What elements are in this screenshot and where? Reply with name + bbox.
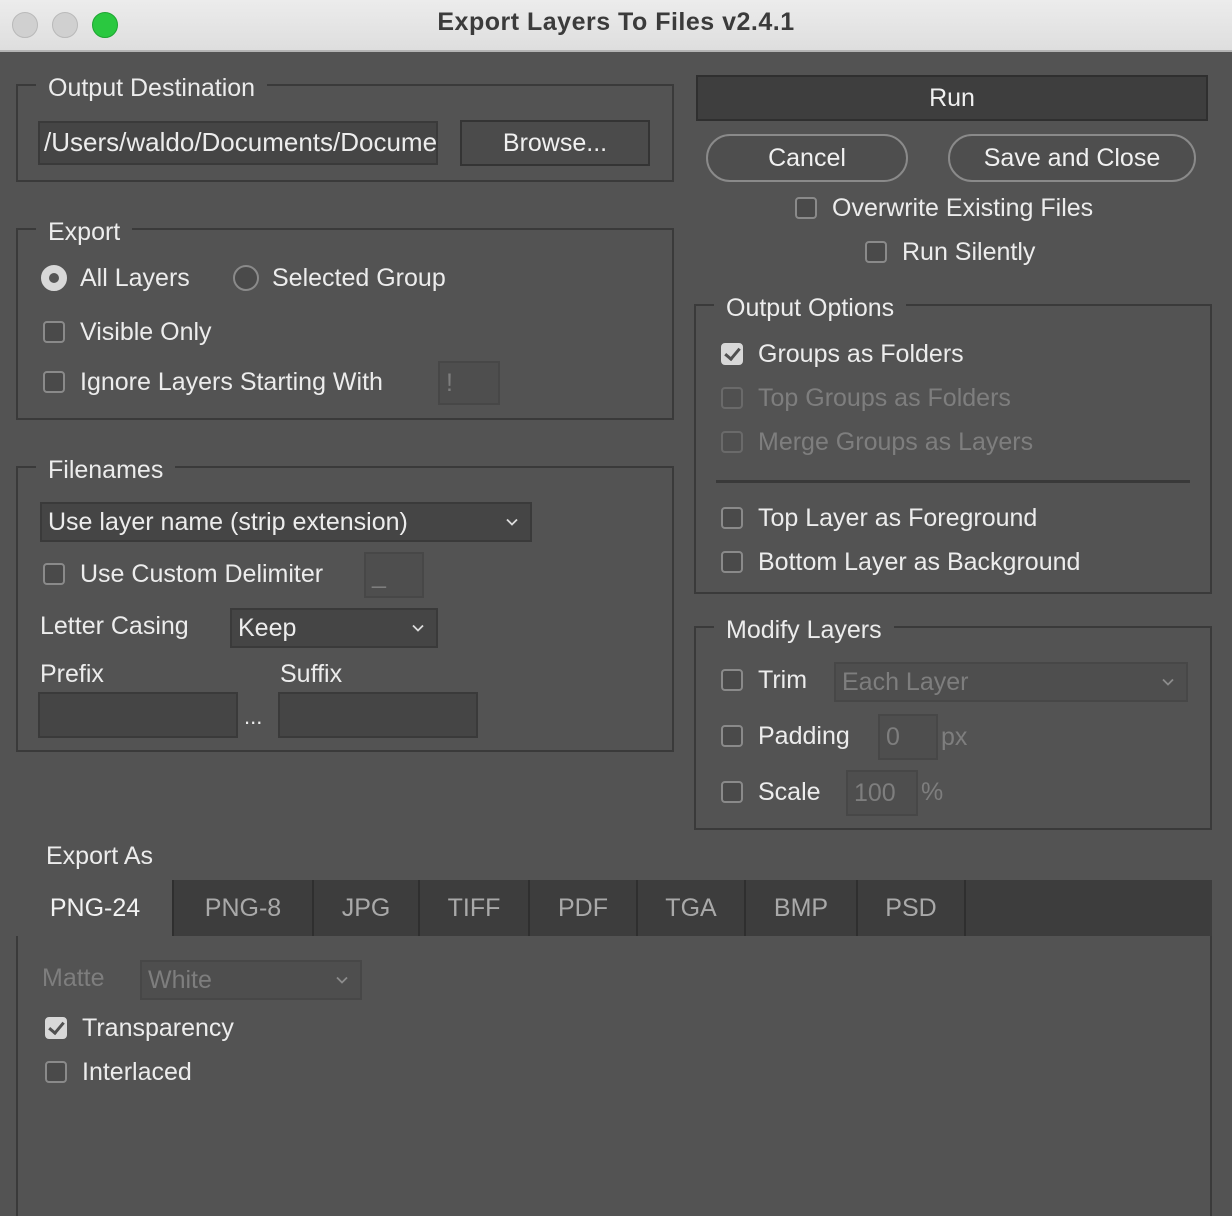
matte-label: Matte bbox=[42, 964, 105, 992]
bottom-layer-background-label: Bottom Layer as Background bbox=[758, 548, 1081, 576]
run-silently-label: Run Silently bbox=[902, 238, 1036, 266]
trim-checkbox[interactable] bbox=[721, 669, 743, 691]
selected-group-label: Selected Group bbox=[272, 264, 446, 292]
ignore-layers-label: Ignore Layers Starting With bbox=[80, 368, 383, 396]
letter-casing-label: Letter Casing bbox=[40, 612, 189, 640]
custom-delimiter-label: Use Custom Delimiter bbox=[80, 560, 324, 588]
merge-groups-as-layers-checkbox[interactable] bbox=[721, 431, 743, 453]
top-layer-foreground-checkbox[interactable] bbox=[721, 507, 743, 529]
scale-unit: % bbox=[921, 778, 944, 806]
prefix-label: Prefix bbox=[40, 660, 104, 688]
run-silently-checkbox[interactable] bbox=[865, 241, 887, 263]
top-groups-as-folders-label: Top Groups as Folders bbox=[758, 384, 1011, 412]
trim-mode-select[interactable]: Each Layer bbox=[834, 662, 1188, 702]
prefix-suffix-separator: ... bbox=[244, 704, 263, 729]
chevron-down-icon bbox=[506, 516, 518, 528]
tab-psd[interactable]: PSD bbox=[858, 880, 966, 936]
top-groups-as-folders-checkbox[interactable] bbox=[721, 387, 743, 409]
transparency-checkbox[interactable] bbox=[45, 1017, 67, 1039]
browse-button[interactable]: Browse... bbox=[460, 120, 650, 166]
delimiter-field[interactable]: _ bbox=[364, 552, 424, 598]
padding-checkbox[interactable] bbox=[721, 725, 743, 747]
tab-tga[interactable]: TGA bbox=[638, 880, 746, 936]
output-destination-legend: Output Destination bbox=[36, 72, 268, 104]
letter-casing-select[interactable]: Keep bbox=[230, 608, 438, 648]
overwrite-files-label: Overwrite Existing Files bbox=[832, 194, 1094, 222]
destination-path-field[interactable]: /Users/waldo/Documents/Documents bbox=[38, 121, 438, 165]
output-options-legend: Output Options bbox=[714, 292, 907, 324]
output-options-divider bbox=[716, 480, 1190, 483]
title-bar: Export Layers To Files v2.4.1 bbox=[0, 0, 1232, 52]
matte-value: White bbox=[148, 966, 212, 994]
ignore-prefix-field[interactable]: ! bbox=[438, 361, 500, 405]
prefix-field[interactable] bbox=[38, 692, 238, 738]
padding-label: Padding bbox=[758, 722, 850, 750]
interlaced-checkbox[interactable] bbox=[45, 1061, 67, 1083]
run-button[interactable]: Run bbox=[696, 75, 1208, 121]
bottom-layer-background-checkbox[interactable] bbox=[721, 551, 743, 573]
tab-tiff[interactable]: TIFF bbox=[420, 880, 530, 936]
naming-option-select[interactable]: Use layer name (strip extension) bbox=[40, 502, 532, 542]
transparency-label: Transparency bbox=[82, 1014, 234, 1042]
merge-groups-as-layers-label: Merge Groups as Layers bbox=[758, 428, 1034, 456]
matte-select[interactable]: White bbox=[140, 960, 362, 1000]
scale-label: Scale bbox=[758, 778, 821, 806]
naming-option-value: Use layer name (strip extension) bbox=[48, 508, 408, 536]
suffix-field[interactable] bbox=[278, 692, 478, 738]
custom-delimiter-checkbox[interactable] bbox=[43, 563, 65, 585]
filenames-legend: Filenames bbox=[36, 454, 176, 486]
selected-group-radio[interactable] bbox=[233, 265, 259, 291]
chevron-down-icon bbox=[336, 974, 348, 986]
visible-only-checkbox[interactable] bbox=[43, 321, 65, 343]
tab-jpg[interactable]: JPG bbox=[314, 880, 420, 936]
letter-casing-value: Keep bbox=[238, 614, 297, 642]
export-as-heading: Export As bbox=[46, 842, 153, 870]
all-layers-radio[interactable] bbox=[41, 265, 67, 291]
interlaced-label: Interlaced bbox=[82, 1058, 192, 1086]
padding-unit: px bbox=[941, 723, 968, 751]
scale-field[interactable]: 100 bbox=[846, 770, 918, 816]
export-format-tabs: PNG-24 PNG-8 JPG TIFF PDF TGA BMP PSD bbox=[18, 880, 1212, 936]
suffix-label: Suffix bbox=[280, 660, 343, 688]
window-title: Export Layers To Files v2.4.1 bbox=[437, 8, 795, 36]
trim-label: Trim bbox=[758, 666, 808, 694]
visible-only-label: Visible Only bbox=[80, 318, 212, 346]
tab-bmp[interactable]: BMP bbox=[746, 880, 858, 936]
tab-png-24[interactable]: PNG-24 bbox=[18, 880, 174, 936]
export-legend: Export bbox=[36, 216, 133, 248]
chevron-down-icon bbox=[1162, 676, 1174, 688]
top-layer-foreground-label: Top Layer as Foreground bbox=[758, 504, 1038, 532]
trim-mode-value: Each Layer bbox=[842, 668, 969, 696]
padding-field[interactable]: 0 bbox=[878, 714, 938, 760]
tab-png-8[interactable]: PNG-8 bbox=[174, 880, 314, 936]
all-layers-label: All Layers bbox=[80, 264, 190, 292]
cancel-button[interactable]: Cancel bbox=[706, 134, 908, 182]
chevron-down-icon bbox=[412, 622, 424, 634]
overwrite-files-checkbox[interactable] bbox=[795, 197, 817, 219]
groups-as-folders-checkbox[interactable] bbox=[721, 343, 743, 365]
groups-as-folders-label: Groups as Folders bbox=[758, 340, 964, 368]
modify-layers-legend: Modify Layers bbox=[714, 614, 894, 646]
scale-checkbox[interactable] bbox=[721, 781, 743, 803]
ignore-layers-checkbox[interactable] bbox=[43, 371, 65, 393]
save-and-close-button[interactable]: Save and Close bbox=[948, 134, 1196, 182]
tab-pdf[interactable]: PDF bbox=[530, 880, 638, 936]
